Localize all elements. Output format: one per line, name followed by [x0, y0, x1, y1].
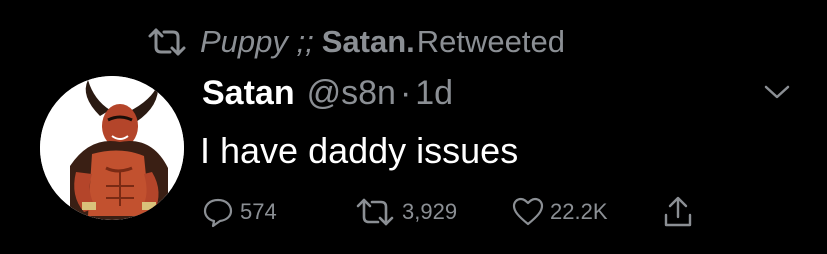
- retweet-icon: [148, 28, 186, 56]
- reply-icon: [203, 198, 233, 228]
- avatar[interactable]: [40, 76, 184, 220]
- avatar-image: [40, 76, 184, 220]
- retweeted-label: Retweeted: [416, 24, 565, 59]
- tweet-header: Satan @s8n · 1d: [202, 74, 453, 118]
- retweet-icon: [356, 198, 394, 226]
- chevron-down-icon[interactable]: [762, 82, 792, 102]
- like-count: 22.2K: [550, 199, 608, 224]
- retweet-context: Puppy ;; Satan. Retweeted: [146, 22, 565, 62]
- share-icon: [664, 196, 692, 227]
- retweet-count: 3,929: [402, 199, 458, 224]
- tweet-card[interactable]: Puppy ;; Satan. Retweeted Satan @s8n · 1…: [0, 0, 827, 254]
- separator-dot: ·: [399, 74, 412, 112]
- share-button[interactable]: [662, 194, 694, 230]
- tweet-timestamp[interactable]: 1d: [415, 74, 453, 113]
- tweet-text: I have daddy issues: [200, 130, 519, 171]
- reply-button[interactable]: 574: [202, 194, 277, 230]
- retweet-button[interactable]: 3,929: [354, 194, 457, 230]
- user-handle[interactable]: @s8n: [307, 74, 396, 113]
- heart-icon: [512, 197, 544, 226]
- reply-count: 574: [240, 199, 277, 224]
- retweeter-name[interactable]: Puppy ;;: [200, 24, 314, 60]
- like-button[interactable]: 22.2K: [512, 194, 608, 230]
- display-name[interactable]: Satan: [202, 74, 295, 113]
- retweeter-name-bold[interactable]: Satan.: [322, 24, 415, 60]
